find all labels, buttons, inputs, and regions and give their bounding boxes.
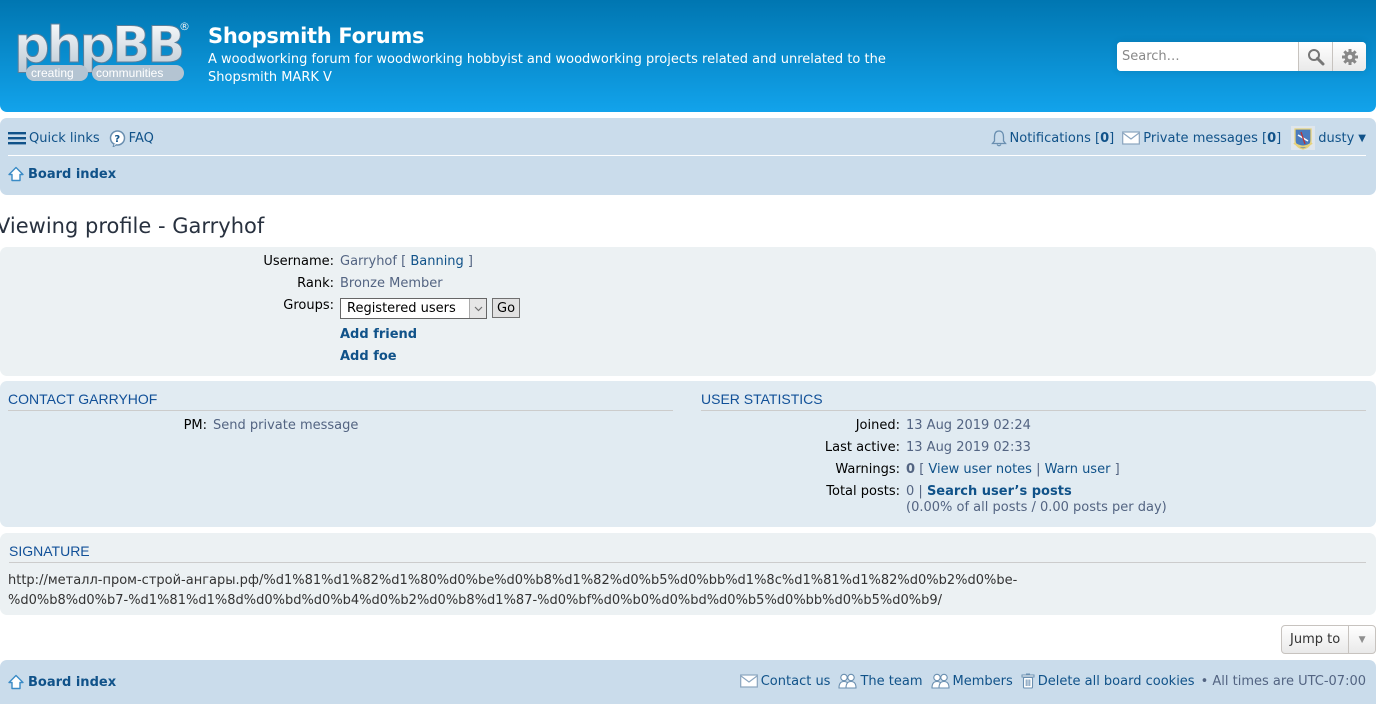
page-title: Viewing profile - Garryhof [0, 214, 265, 238]
logo-tagline-left: creating [31, 66, 74, 80]
last-active-value: 13 Aug 2019 02:33 [906, 440, 1031, 455]
contact-divider [8, 410, 673, 411]
warnings-count: 0 [906, 462, 916, 477]
username-label: dusty [1318, 130, 1355, 146]
signature-heading: SIGNATURE [9, 543, 90, 559]
trash-icon [1021, 673, 1035, 689]
stats-divider [701, 410, 1366, 411]
envelope-icon [739, 674, 758, 688]
chevron-down-icon [469, 299, 486, 318]
posts-detail: (0.00% of all posts / 0.00 posts per day… [906, 500, 1167, 515]
stats-heading: USER STATISTICS [701, 391, 823, 407]
timezone-info: • All times are UTC-07:00 [1200, 673, 1366, 689]
signature-panel: SIGNATURE http://металл-пром-строй-ангар… [0, 533, 1376, 615]
jump-to-label: Jump to [1282, 626, 1350, 653]
signature-line-2: %d0%b8%d0%b7-%d1%81%d1%8d%d0%bd%d0%b4%d0… [8, 593, 943, 608]
contact-us-label: Contact us [760, 673, 831, 689]
warn-user-link[interactable]: Warn user [1045, 462, 1111, 477]
search-button[interactable] [1298, 42, 1333, 71]
the-team-link[interactable]: The team [838, 673, 923, 689]
home-icon [8, 166, 24, 182]
total-posts-label: Total posts: [826, 484, 900, 499]
contact-stats-panel: CONTACT GARRYHOF PM: Send private messag… [0, 381, 1376, 527]
groups-label: Groups: [283, 298, 334, 313]
signature-divider [9, 562, 1366, 563]
banning-link[interactable]: Banning [410, 254, 463, 269]
profile-rank: Bronze Member [340, 276, 443, 291]
search-input[interactable] [1117, 42, 1299, 71]
private-messages-label: Private messages [1143, 130, 1258, 146]
timezone-text: All times are UTC-07:00 [1212, 673, 1366, 689]
quick-links-menu[interactable]: Quick links [8, 131, 100, 146]
registered-mark: ® [179, 20, 190, 33]
signature-line-1: http://металл-пром-строй-ангары.рф/%d1%8… [8, 573, 1018, 588]
joined-value: 13 Aug 2019 02:24 [906, 418, 1031, 433]
user-menu[interactable]: dusty ▼ [1291, 126, 1366, 150]
last-active-label: Last active: [824, 440, 900, 455]
quick-links-label: Quick links [29, 130, 100, 146]
footer-breadcrumb: Board index [8, 674, 116, 690]
search-icon [1307, 48, 1325, 65]
delete-cookies-link[interactable]: Delete all board cookies [1021, 673, 1195, 689]
team-icon [838, 673, 858, 689]
home-icon [8, 674, 24, 690]
help-bubble-icon: ? [109, 129, 125, 147]
advanced-search-button[interactable] [1332, 42, 1366, 71]
header-search [1117, 42, 1366, 71]
profile-username: Garryhof [340, 254, 397, 269]
send-private-message-link[interactable]: Send private message [213, 418, 358, 433]
search-user-posts-link[interactable]: Search user’s posts [927, 484, 1072, 499]
private-messages-count: 0 [1267, 130, 1277, 146]
jump-to-button[interactable]: Jump to ▼ [1281, 625, 1376, 654]
contact-heading: CONTACT GARRYHOF [8, 391, 158, 407]
footer-board-index-link[interactable]: Board index [28, 675, 116, 690]
private-messages-link[interactable]: Private messages [0] [1122, 131, 1281, 146]
total-posts-value: 0 [906, 484, 915, 499]
pm-label: PM: [183, 418, 207, 433]
faq-label: FAQ [128, 130, 154, 146]
site-description: A woodworking forum for woodworking hobb… [208, 52, 886, 85]
envelope-icon [1122, 131, 1141, 145]
gear-icon [1341, 48, 1358, 65]
members-label: Members [952, 673, 1013, 689]
bell-icon [990, 129, 1007, 146]
caret-down-icon: ▼ [1358, 132, 1366, 144]
avatar [1291, 126, 1316, 150]
navbar: Quick links ? FAQ Notifications [0] Priv… [0, 118, 1376, 195]
notifications-count: 0 [1100, 130, 1110, 146]
navbar-divider [8, 155, 1366, 156]
site-logo[interactable]: phpBB ® creating communities [12, 16, 197, 86]
faq-link[interactable]: ? FAQ [109, 129, 154, 147]
breadcrumb-board-index[interactable]: Board index [28, 167, 116, 182]
hamburger-icon [8, 132, 26, 145]
contact-us-link[interactable]: Contact us [739, 673, 831, 689]
add-friend-link[interactable]: Add friend [340, 327, 417, 342]
the-team-label: The team [860, 673, 923, 689]
groups-selected-value: Registered users [347, 301, 456, 316]
warnings-label: Warnings: [835, 462, 900, 477]
notifications-link[interactable]: Notifications [0] [990, 129, 1114, 147]
signature-text: http://металл-пром-строй-ангары.рф/%d1%8… [8, 571, 1368, 611]
breadcrumb: Board index [8, 166, 116, 182]
go-button[interactable]: Go [492, 298, 521, 318]
caret-down-icon: ▼ [1358, 634, 1366, 645]
members-icon [930, 673, 950, 689]
groups-select[interactable]: Registered users [340, 298, 487, 319]
profile-panel: Username: Garryhof [ Banning ] Rank: Bro… [0, 247, 1376, 376]
logo-tagline-right: communities [96, 66, 163, 80]
view-user-notes-link[interactable]: View user notes [928, 462, 1032, 477]
add-foe-link[interactable]: Add foe [340, 349, 397, 364]
username-label: Username: [263, 254, 334, 269]
notifications-label: Notifications [1009, 130, 1091, 146]
joined-label: Joined: [855, 418, 900, 433]
site-title[interactable]: Shopsmith Forums [208, 24, 425, 48]
phpbb-logo-icon: phpBB ® creating communities [14, 16, 190, 81]
site-header: phpBB ® creating communities Shopsmith F… [0, 0, 1376, 112]
footer-navbar: Board index Contact us The team Members … [0, 660, 1376, 704]
rank-label: Rank: [297, 276, 334, 291]
svg-text:?: ? [114, 134, 120, 145]
members-link[interactable]: Members [930, 673, 1013, 689]
delete-cookies-label: Delete all board cookies [1037, 673, 1195, 689]
